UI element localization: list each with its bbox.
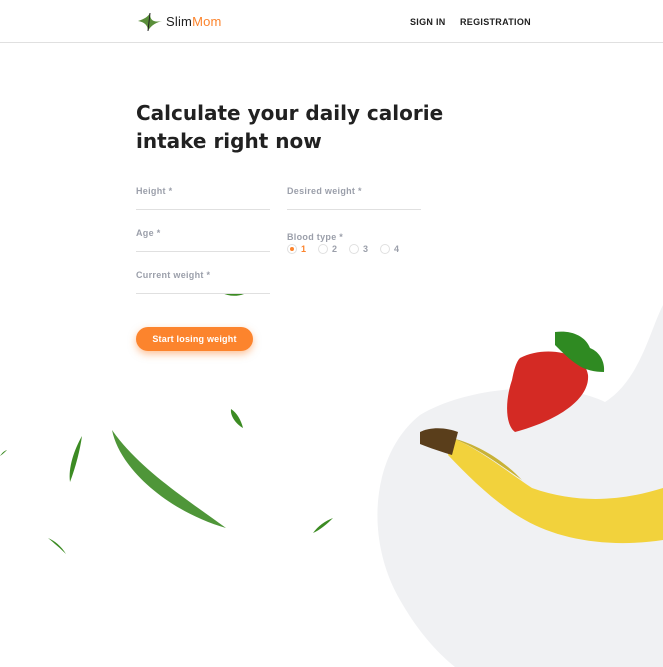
blood-type-option-4[interactable]: 4 bbox=[380, 244, 399, 254]
logo-leaf-icon bbox=[138, 12, 162, 32]
sign-in-link[interactable]: SIGN IN bbox=[410, 17, 446, 27]
logo-text-slim: Slim bbox=[166, 13, 193, 29]
logo-text: SlimMom bbox=[166, 14, 222, 29]
start-losing-weight-button[interactable]: Start losing weight bbox=[136, 327, 253, 351]
height-label: Height * bbox=[136, 186, 173, 196]
blood-type-option-3[interactable]: 3 bbox=[349, 244, 368, 254]
radio-circle[interactable] bbox=[380, 244, 391, 254]
desired-weight-input[interactable] bbox=[287, 196, 421, 210]
blood-type-radio-group: 1 2 3 4 bbox=[287, 244, 411, 254]
age-label: Age * bbox=[136, 228, 161, 238]
radio-circle[interactable] bbox=[287, 244, 297, 254]
radio-circle[interactable] bbox=[318, 244, 329, 254]
registration-link[interactable]: REGISTRATION bbox=[460, 17, 531, 27]
desired-weight-label: Desired weight * bbox=[287, 186, 362, 196]
blood-type-option-2[interactable]: 2 bbox=[318, 244, 337, 254]
current-weight-field: Current weight * bbox=[136, 270, 270, 294]
page-title: Calculate your daily calorie intake righ… bbox=[136, 101, 444, 153]
radio-circle[interactable] bbox=[349, 244, 360, 254]
radio-label: 1 bbox=[301, 244, 307, 254]
logo[interactable]: SlimMom bbox=[136, 9, 222, 33]
age-input[interactable] bbox=[136, 238, 270, 252]
height-input[interactable] bbox=[136, 196, 270, 210]
current-weight-label: Current weight * bbox=[136, 270, 211, 280]
radio-label: 4 bbox=[394, 244, 400, 254]
header: SlimMom SIGN IN REGISTRATION bbox=[0, 0, 663, 43]
height-field: Height * bbox=[136, 186, 270, 210]
current-weight-input[interactable] bbox=[136, 280, 270, 294]
age-field: Age * bbox=[136, 228, 270, 252]
desired-weight-field: Desired weight * bbox=[287, 186, 421, 210]
blood-type-label: Blood type * bbox=[287, 232, 344, 242]
blood-type-option-1[interactable]: 1 bbox=[287, 244, 306, 254]
radio-label: 2 bbox=[332, 244, 338, 254]
radio-label: 3 bbox=[363, 244, 369, 254]
logo-text-mom: Mom bbox=[192, 13, 222, 29]
